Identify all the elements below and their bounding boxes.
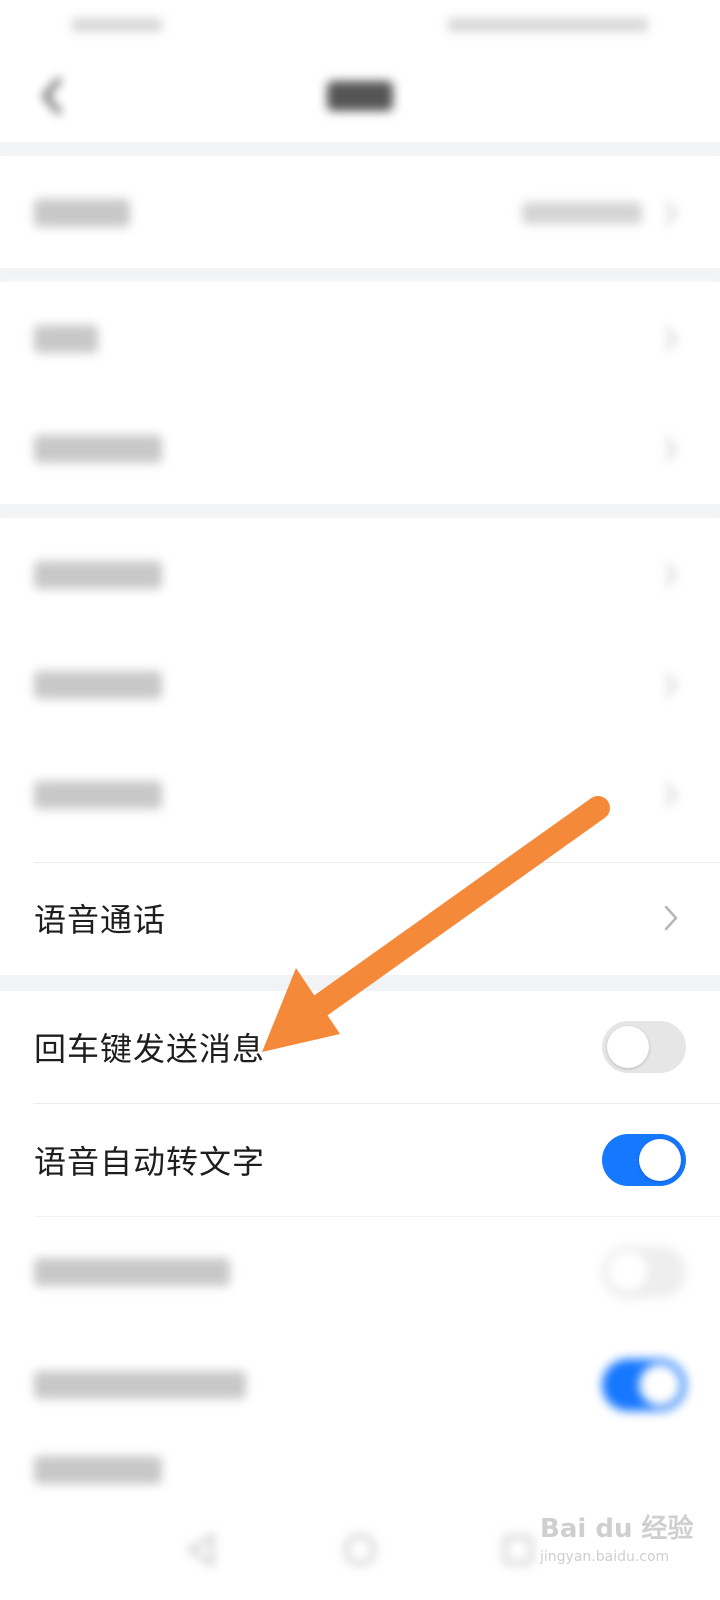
settings-row-blurred[interactable] [0,394,720,504]
row-label-blurred [34,561,162,589]
settings-row-blurred[interactable] [0,158,720,268]
blurred-toggle[interactable] [602,1246,686,1298]
settings-row-voice-call[interactable]: 语音通话 [0,863,720,973]
row-label-blurred [34,1456,162,1484]
toggle-knob [607,1251,649,1293]
settings-row-blurred [0,1330,720,1440]
section-gap [0,142,720,156]
settings-row-blurred [0,1217,720,1327]
chevron-right-icon [656,898,686,938]
status-bar [0,0,720,50]
settings-row-blurred[interactable] [0,630,720,740]
row-label-blurred [34,781,162,809]
row-label: 语音自动转文字 [34,1143,266,1181]
square-recent-icon [503,1535,533,1565]
circle-home-icon [344,1534,376,1566]
row-label: 语音通话 [34,901,167,939]
back-button[interactable] [28,72,76,120]
chevron-right-icon [656,193,686,233]
row-label-blurred [34,671,162,699]
status-signal [72,18,162,32]
watermark-brand: Bai du 经验 [540,1514,694,1544]
section-gap [0,504,720,518]
row-label-blurred [34,435,162,463]
toggle-knob [639,1364,681,1406]
settings-row-blurred[interactable] [0,740,720,850]
row-label-blurred [34,1258,230,1286]
page-title [327,81,393,111]
blurred-toggle[interactable] [602,1359,686,1411]
triangle-back-icon [187,1533,214,1567]
row-label: 回车键发送消息 [34,1030,266,1068]
section-gap [0,268,720,282]
status-right [448,18,648,32]
chevron-right-icon [656,555,686,595]
row-label-blurred [34,1371,246,1399]
row-label-blurred [34,325,98,353]
toggle-knob [639,1139,681,1181]
settings-row-blurred[interactable] [0,520,720,630]
row-label-blurred [34,199,130,227]
enter-send-toggle[interactable] [602,1021,686,1073]
settings-row-voice-to-text: 语音自动转文字 [0,1104,720,1216]
row-value-blurred [522,202,642,224]
toggle-knob [607,1026,649,1068]
chevron-right-icon [656,665,686,705]
section-gap [0,975,720,991]
watermark: Bai du 经验 jingyan.baidu.com [540,1508,710,1588]
chevron-left-icon [43,78,61,114]
settings-row-blurred[interactable] [0,1430,720,1510]
system-home-button[interactable] [336,1526,384,1574]
watermark-domain: jingyan.baidu.com [540,1549,670,1565]
settings-row-blurred[interactable] [0,284,720,394]
system-recent-button[interactable] [494,1526,542,1574]
chevron-right-icon [656,319,686,359]
chevron-right-icon [656,429,686,469]
system-back-button[interactable] [178,1526,226,1574]
settings-row-enter-send: 回车键发送消息 [0,991,720,1103]
voice-to-text-toggle[interactable] [602,1134,686,1186]
chevron-right-icon [656,775,686,815]
nav-bar [0,50,720,142]
